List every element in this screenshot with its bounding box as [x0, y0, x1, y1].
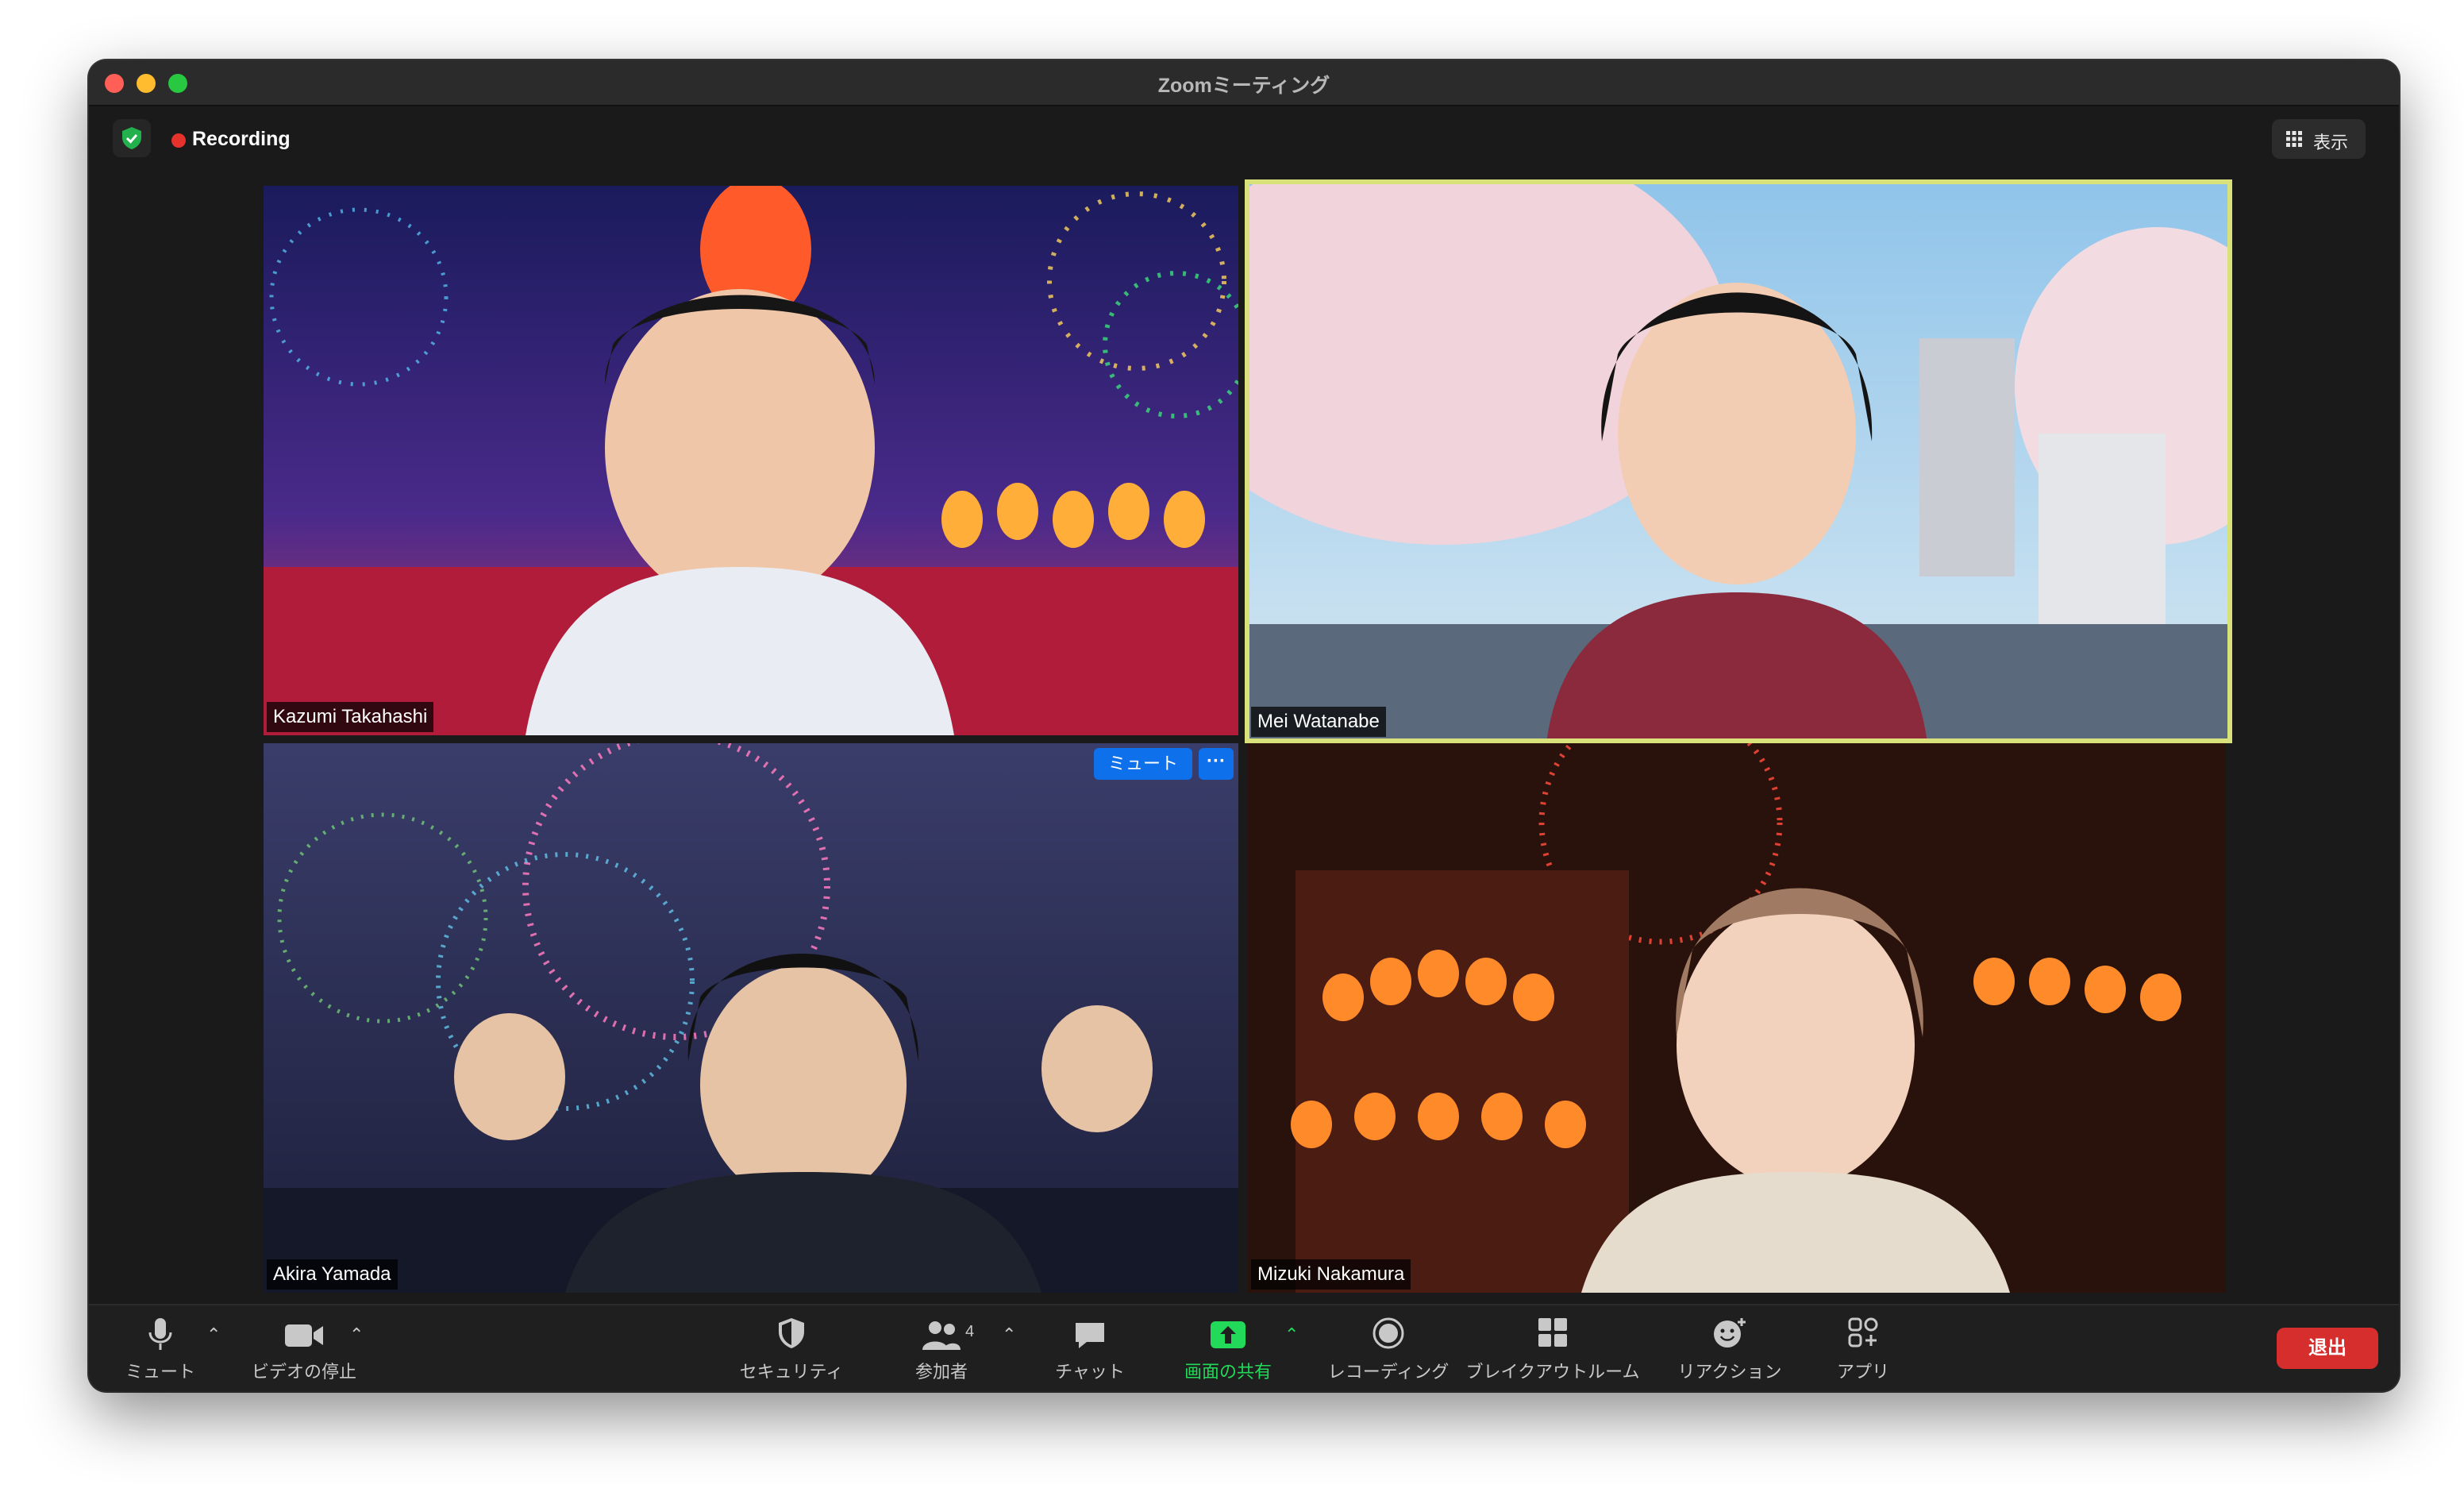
- grid-view-icon: [2286, 131, 2302, 147]
- participant-name: Kazumi Takahashi: [267, 702, 434, 732]
- view-button[interactable]: 表示: [2272, 119, 2366, 159]
- apps-icon: [1848, 1317, 1878, 1348]
- participant-name: Mei Watanabe: [1251, 707, 1386, 737]
- security-shield-icon: [779, 1318, 804, 1348]
- meeting-top-bar: Recording 表示: [89, 106, 2399, 170]
- apps-label: アプリ: [1836, 1362, 1889, 1382]
- participants-options-chevron-up-icon[interactable]: ⌃: [1002, 1324, 1016, 1345]
- meeting-toolbar: ミュート ⌃ ビデオの停止 ⌃ セキュリティ 4 参加者 ⌃ チャット 画面の共…: [89, 1304, 2399, 1391]
- zoom-window: Zoomミーティング Recording 表示 Kazumi Takahashi…: [89, 60, 2399, 1391]
- video-tile-4[interactable]: Mizuki Nakamura: [1248, 743, 2226, 1293]
- reactions-label: リアクション: [1677, 1362, 1782, 1382]
- microphone-icon: [148, 1318, 172, 1350]
- leave-meeting-button[interactable]: 退出: [2277, 1328, 2378, 1369]
- video-tile-1[interactable]: Kazumi Takahashi: [264, 186, 1238, 735]
- record-icon: [1373, 1317, 1404, 1349]
- festival-lantern-background: [264, 186, 1238, 735]
- mute-button[interactable]: ミュート: [113, 1305, 208, 1391]
- view-label: 表示: [2313, 133, 2349, 152]
- mute-label: ミュート: [125, 1362, 195, 1382]
- encryption-shield-icon[interactable]: [113, 119, 151, 157]
- participants-icon: [922, 1321, 961, 1350]
- audio-options-chevron-up-icon[interactable]: ⌃: [206, 1324, 221, 1345]
- title-bar: Zoomミーティング: [89, 60, 2399, 106]
- reactions-smiley-icon: [1714, 1318, 1746, 1348]
- participants-label: 参加者: [914, 1362, 968, 1382]
- breakout-rooms-icon: [1538, 1318, 1567, 1347]
- video-camera-icon: [285, 1324, 323, 1347]
- share-screen-button[interactable]: 画面の共有: [1176, 1305, 1280, 1391]
- fireworks-background: [264, 743, 1238, 1293]
- video-options-chevron-up-icon[interactable]: ⌃: [349, 1324, 364, 1345]
- recording-status[interactable]: Recording: [192, 128, 291, 151]
- video-tile-3[interactable]: ミュート ··· Akira Yamada: [264, 743, 1238, 1293]
- share-screen-label: 画面の共有: [1184, 1362, 1272, 1382]
- mute-participant-button[interactable]: ミュート: [1093, 748, 1192, 780]
- stop-video-button[interactable]: ビデオの停止: [244, 1305, 364, 1391]
- apps-button[interactable]: アプリ: [1811, 1305, 1915, 1391]
- record-label: レコーディング: [1327, 1362, 1450, 1382]
- participant-name: Mizuki Nakamura: [1251, 1259, 1411, 1290]
- security-button[interactable]: セキュリティ: [732, 1305, 851, 1391]
- security-label: セキュリティ: [739, 1362, 844, 1382]
- chat-label: チャット: [1055, 1362, 1125, 1382]
- participants-button[interactable]: 4 参加者: [886, 1305, 997, 1391]
- share-screen-icon: [1211, 1321, 1245, 1348]
- window-title: Zoomミーティング: [1157, 75, 1330, 97]
- participant-name: Akira Yamada: [267, 1259, 398, 1290]
- recording-dot-icon: [171, 133, 186, 148]
- record-button[interactable]: レコーディング: [1321, 1305, 1456, 1391]
- more-options-button[interactable]: ···: [1199, 748, 1234, 780]
- participant-count-badge: 4: [965, 1323, 975, 1340]
- chat-bubble-icon: [1076, 1323, 1104, 1348]
- reactions-button[interactable]: リアクション: [1662, 1305, 1797, 1391]
- active-speaker-border: [1245, 179, 2232, 743]
- breakout-rooms-button[interactable]: ブレイクアウトルーム: [1457, 1305, 1648, 1391]
- share-options-chevron-up-icon[interactable]: ⌃: [1284, 1324, 1299, 1345]
- breakout-rooms-label: ブレイクアウトルーム: [1465, 1362, 1640, 1382]
- stop-video-label: ビデオの停止: [251, 1362, 356, 1382]
- video-tile-2[interactable]: Mei Watanabe: [1245, 179, 2232, 743]
- night-festival-background: [1248, 743, 2226, 1293]
- chat-button[interactable]: チャット: [1038, 1305, 1142, 1391]
